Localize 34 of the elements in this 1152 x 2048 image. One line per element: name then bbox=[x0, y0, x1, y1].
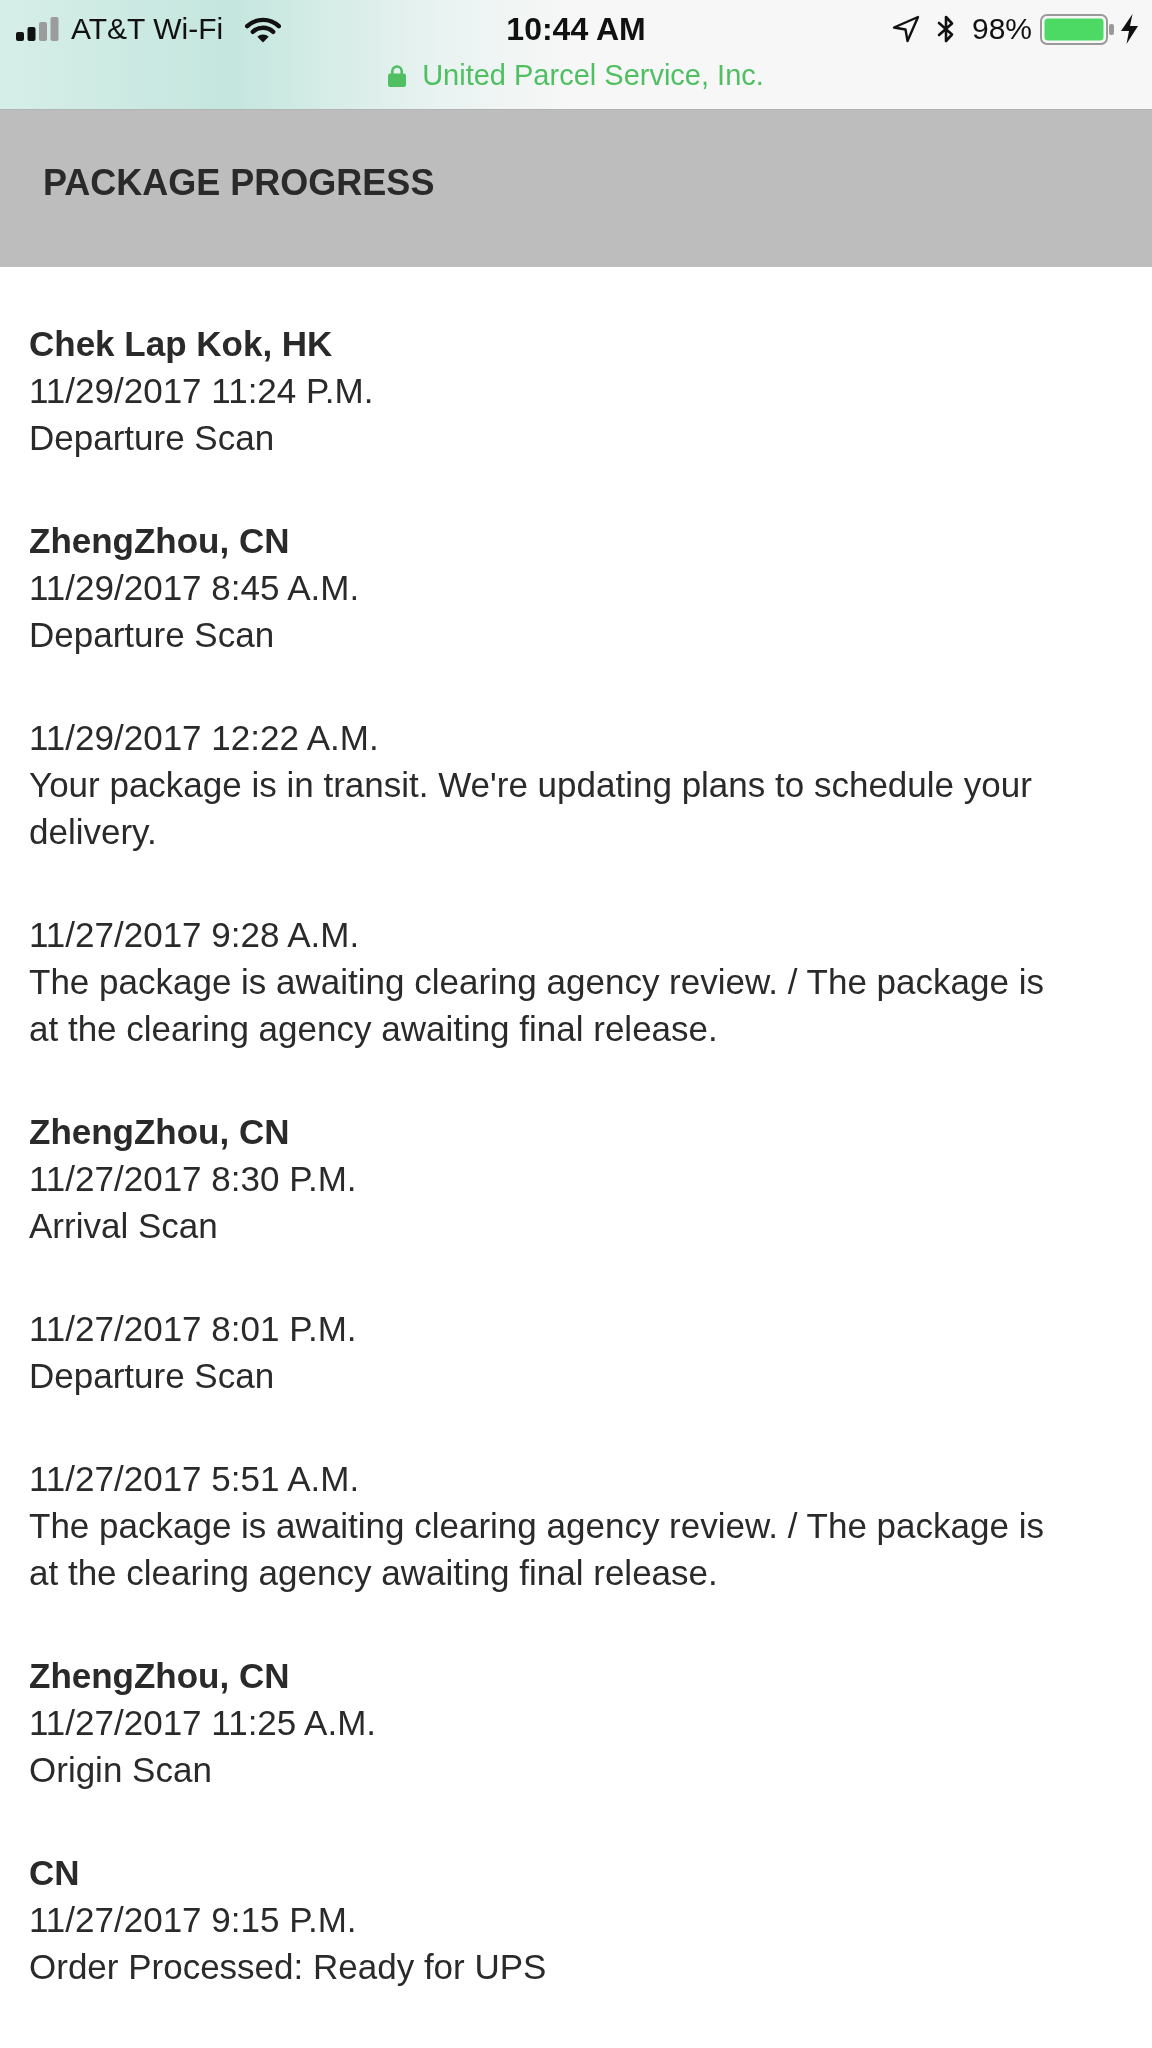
page-title: PACKAGE PROGRESS bbox=[43, 160, 435, 205]
event-description: Arrival Scan bbox=[29, 1205, 218, 1247]
event-datetime: 11/27/2017 8:30 P.M. bbox=[29, 1158, 357, 1200]
wifi-icon bbox=[245, 15, 282, 43]
event-datetime: 11/27/2017 11:25 A.M. bbox=[29, 1702, 377, 1744]
battery-percent: 98% bbox=[971, 11, 1032, 47]
battery-icon bbox=[1040, 13, 1114, 45]
signal-icon bbox=[16, 17, 59, 41]
lock-icon bbox=[388, 63, 407, 87]
location-label: CN bbox=[29, 1852, 80, 1894]
site-name: United Parcel Service, Inc. bbox=[422, 58, 764, 92]
event-description: Departure Scan bbox=[29, 614, 275, 656]
location-arrow-icon bbox=[891, 15, 920, 43]
event-datetime: 11/29/2017 8:45 A.M. bbox=[29, 567, 360, 609]
event-datetime: 11/27/2017 9:15 P.M. bbox=[29, 1899, 357, 1941]
event-datetime: 11/27/2017 9:28 A.M. bbox=[29, 914, 360, 956]
charging-bolt-icon bbox=[1120, 14, 1139, 44]
event-description: Departure Scan bbox=[29, 417, 275, 459]
event-description: Origin Scan bbox=[29, 1749, 212, 1791]
location-label: ZhengZhou, CN bbox=[29, 1655, 290, 1697]
event-datetime: 11/27/2017 8:01 P.M. bbox=[29, 1308, 357, 1350]
clock-time: 10:44 AM bbox=[506, 10, 646, 48]
location-label: Chek Lap Kok, HK bbox=[29, 323, 333, 365]
event-description: The package is awaiting clearing agency review. / The package is at the clearing agency awaiting final release. bbox=[29, 961, 1045, 1050]
event-datetime: 11/29/2017 12:22 A.M. bbox=[29, 717, 379, 759]
location-label: ZhengZhou, CN bbox=[29, 1111, 290, 1153]
carrier-label: AT&T Wi-Fi bbox=[71, 11, 224, 47]
event-datetime: 11/29/2017 11:24 P.M. bbox=[29, 370, 374, 412]
event-description: Order Processed: Ready for UPS bbox=[29, 1946, 547, 1988]
event-description: Departure Scan bbox=[29, 1355, 275, 1397]
event-datetime: 11/27/2017 5:51 A.M. bbox=[29, 1458, 360, 1500]
location-label: ZhengZhou, CN bbox=[29, 520, 290, 562]
event-description: Your package is in transit. We're updating plans to schedule your delivery. bbox=[29, 764, 1033, 853]
event-description: The package is awaiting clearing agency review. / The package is at the clearing agency awaiting final release. bbox=[29, 1505, 1045, 1594]
